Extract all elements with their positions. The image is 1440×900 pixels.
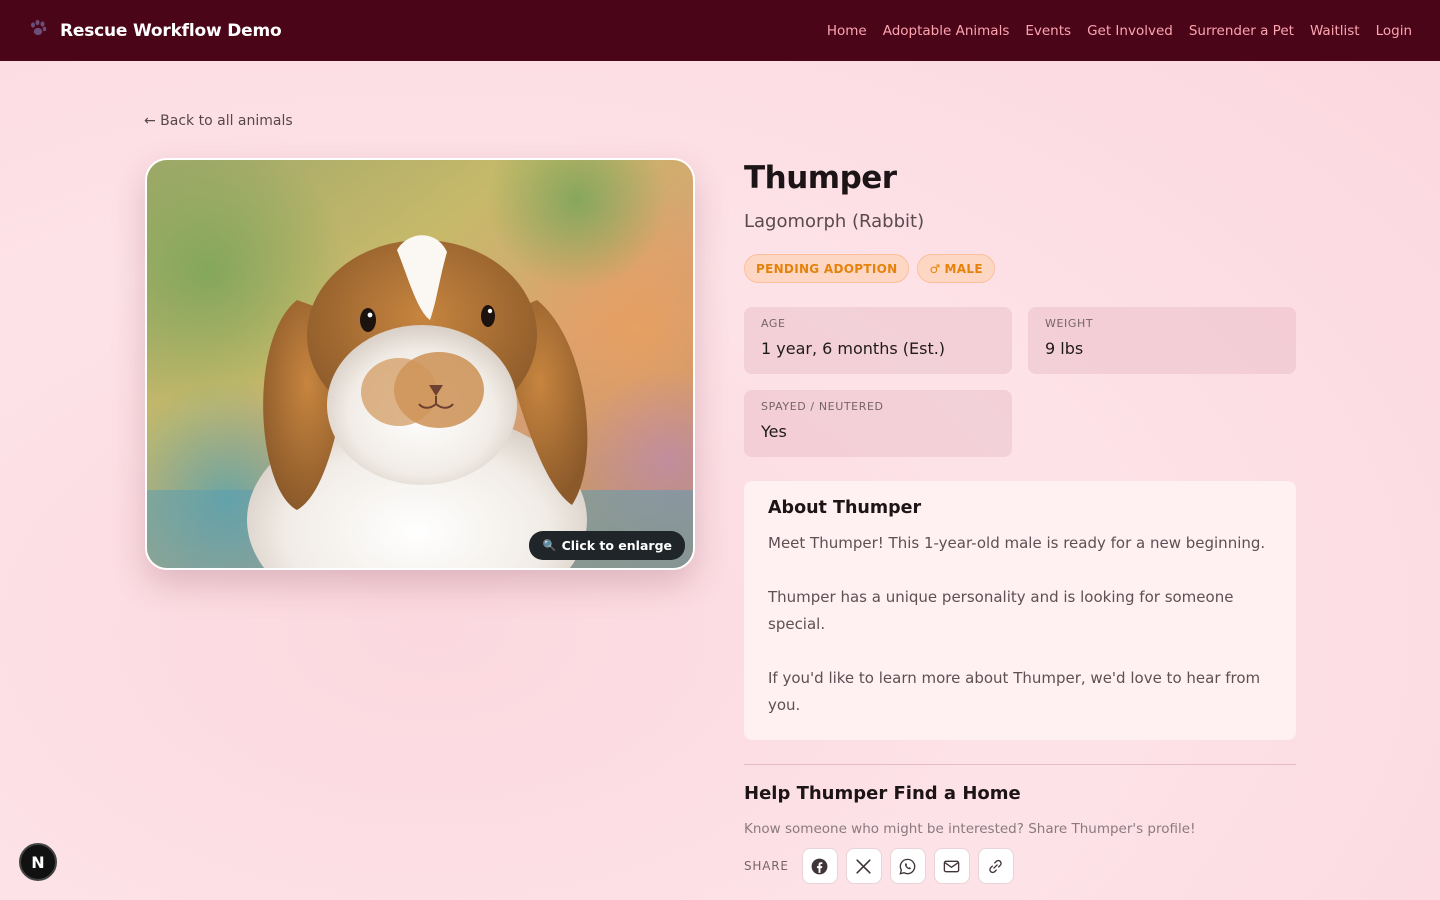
nav-link-adoptable-animals[interactable]: Adoptable Animals [883,23,1010,39]
email-icon [943,860,960,872]
share-facebook-button[interactable] [801,848,838,884]
paw-icon [28,18,50,43]
nav-link-get-involved[interactable]: Get Involved [1087,23,1173,39]
age-stat: AGE 1 year, 6 months (Est.) [744,307,1012,374]
enlarge-button[interactable]: 🔍 Click to enlarge [528,531,685,560]
about-paragraph: Meet Thumper! This 1-year-old male is re… [768,534,1266,552]
about-title: About Thumper [768,498,922,518]
male-icon: ♂ [929,261,941,276]
status-badge: PENDING ADOPTION [744,254,910,283]
enlarge-label: Click to enlarge [561,538,672,553]
age-value: 1 year, 6 months (Est.) [761,339,946,358]
weight-value: 9 lbs [1045,339,1084,358]
about-paragraph: Thumper has a unique personality and is … [768,588,1234,633]
spayed-label: SPAYED / NEUTERED [761,400,884,413]
animal-species: Lagomorph (Rabbit) [744,211,925,232]
nav-link-login[interactable]: Login [1376,23,1412,39]
weight-label: WEIGHT [1045,317,1094,330]
link-icon [989,859,1003,873]
back-to-animals-link[interactable]: ← Back to all animals [144,113,293,129]
dev-indicator-badge[interactable]: N [19,843,57,881]
gender-badge: ♂ MALE [917,254,995,283]
about-card: About Thumper Meet Thumper! This 1-year-… [744,481,1296,740]
share-label: SHARE [744,859,789,873]
copy-link-button[interactable] [977,848,1014,884]
share-row: SHARE [744,848,1022,884]
nav-link-events[interactable]: Events [1025,23,1071,39]
nav-link-waitlist[interactable]: Waitlist [1310,23,1360,39]
status-badges: PENDING ADOPTION ♂ MALE [744,254,995,283]
nav-link-surrender-a-pet[interactable]: Surrender a Pet [1189,23,1294,39]
about-paragraph: If you'd like to learn more about Thumpe… [768,669,1261,714]
spayed-stat: SPAYED / NEUTERED Yes [744,390,1012,457]
facebook-icon [811,858,828,874]
share-whatsapp-button[interactable] [889,848,926,884]
gender-label: MALE [944,261,983,276]
nav-link-home[interactable]: Home [827,23,867,39]
share-email-button[interactable] [933,848,970,884]
top-navbar: Rescue Workflow Demo Home Adoptable Anim… [0,0,1440,61]
spayed-value: Yes [761,422,787,441]
x-icon [856,858,871,874]
brand-title: Rescue Workflow Demo [60,20,282,41]
animal-photo[interactable]: 🔍 Click to enlarge [145,158,695,570]
share-x-button[interactable] [845,848,882,884]
animal-name: Thumper [744,160,897,196]
weight-stat: WEIGHT 9 lbs [1028,307,1296,374]
magnifier-icon: 🔍 [542,539,557,552]
rabbit-photo-image [147,160,693,568]
nav-links: Home Adoptable Animals Events Get Involv… [827,23,1412,39]
section-divider [744,764,1296,765]
help-title: Help Thumper Find a Home [744,783,1021,804]
help-subtitle: Know someone who might be interested? Sh… [744,821,1196,837]
whatsapp-icon [899,858,916,875]
age-label: AGE [761,317,786,330]
brand[interactable]: Rescue Workflow Demo [28,18,282,43]
